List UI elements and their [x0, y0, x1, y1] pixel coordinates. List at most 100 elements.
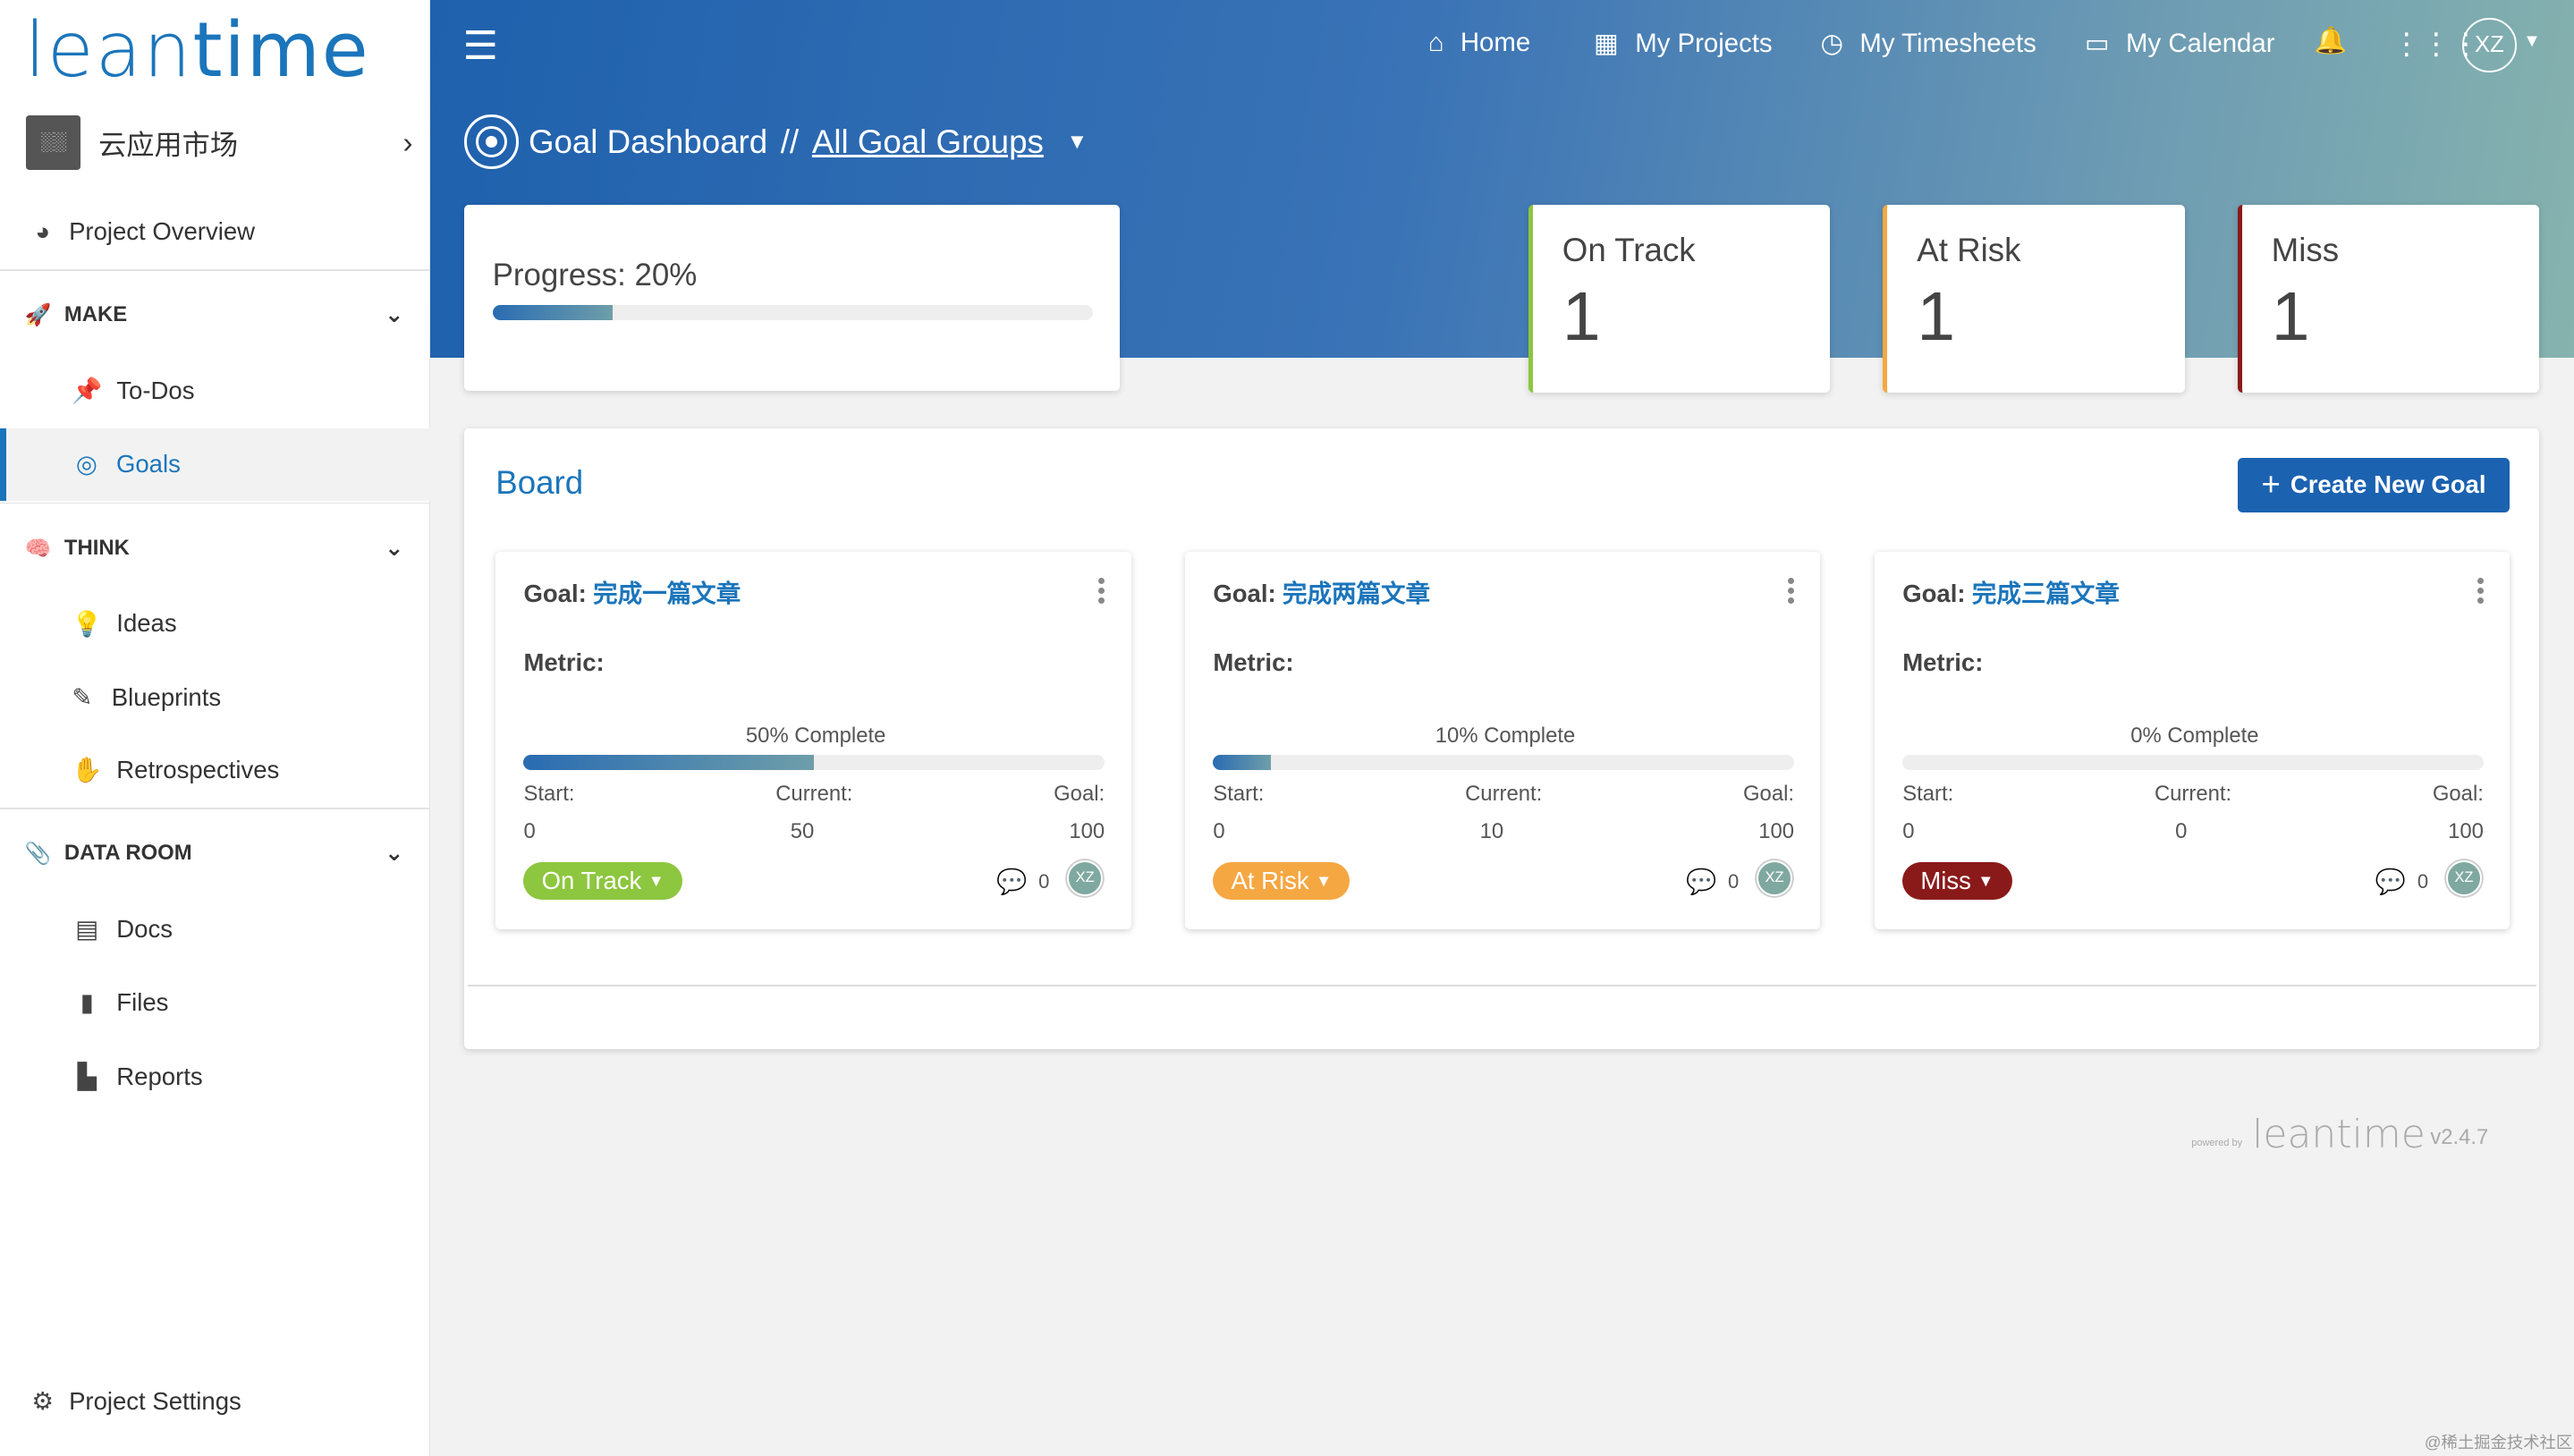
nav-label: My Projects — [1635, 28, 1773, 58]
sidebar-item-reports[interactable]: ▙ Reports — [0, 1041, 430, 1113]
goal-name-link[interactable]: 完成一篇文章 — [593, 580, 741, 607]
assignee-avatar[interactable]: XZ — [2445, 859, 2483, 897]
footer-logo: leantime — [2252, 1111, 2426, 1157]
sidebar-section-think[interactable]: 🧠 THINK ⌄ — [0, 512, 430, 585]
comments-count[interactable]: 💬 0 — [1686, 867, 1739, 896]
user-avatar[interactable]: XZ — [2462, 18, 2517, 72]
goal-name-link[interactable]: 完成两篇文章 — [1283, 580, 1430, 607]
current-label: Current: — [775, 781, 853, 806]
caret-down-icon[interactable]: ▼ — [2523, 31, 2541, 52]
stat-card-miss[interactable]: Miss 1 — [2237, 205, 2540, 393]
briefcase-icon: ▦ — [1594, 29, 1619, 59]
goal-card[interactable]: Goal: 完成三篇文章 Metric: 0% Complete Start: C… — [1875, 551, 2510, 929]
breadcrumb: Goal Dashboard // All Goal Groups ▼ — [464, 114, 1088, 170]
brain-icon: 🧠 — [24, 536, 52, 561]
assignee-avatar[interactable]: XZ — [1066, 859, 1104, 897]
project-avatar: ░░ — [26, 115, 80, 170]
nav-label: My Timesheets — [1859, 28, 2036, 58]
goal-group-link[interactable]: All Goal Groups — [812, 123, 1044, 161]
section-label: DATA ROOM — [64, 841, 192, 866]
stat-card-at-risk[interactable]: At Risk 1 — [1883, 205, 2185, 393]
bell-icon[interactable]: 🔔 — [2315, 26, 2348, 56]
page-title: Goal Dashboard — [528, 123, 768, 160]
goal-board: Board + Create New Goal Goal: 完成一篇文章 Metr… — [464, 428, 2540, 1049]
caret-down-icon: ▼ — [1977, 870, 1994, 890]
button-label: Create New Goal — [2290, 470, 2486, 499]
caret-down-icon[interactable]: ▼ — [1067, 130, 1088, 155]
nav-label: Home — [1460, 28, 1531, 58]
project-selector[interactable]: ░░ 云应用市场 › — [26, 114, 413, 170]
status-dropdown[interactable]: On Track ▼ — [523, 861, 682, 900]
goal-label: Goal: — [1743, 781, 1795, 806]
sidebar-item-blueprints[interactable]: ✎ Blueprints — [0, 662, 430, 734]
goal-name-link[interactable]: 完成三篇文章 — [1972, 580, 2120, 607]
file-icon: ▮ — [80, 988, 94, 1017]
comments-count[interactable]: 💬 0 — [996, 867, 1049, 896]
goal-progress-fill — [523, 755, 815, 770]
sidebar-item-goals[interactable]: ◎ Goals — [0, 428, 430, 501]
rocket-icon: 🚀 — [24, 302, 52, 327]
goal-values: 0 10 100 — [1213, 819, 1794, 844]
sidebar-item-project-settings[interactable]: ⚙ Project Settings — [0, 1366, 430, 1438]
comments-icon: 💬 — [2375, 868, 2407, 896]
sidebar-item-project-overview[interactable]: ◕ Project Overview — [0, 195, 430, 267]
sidebar-item-todos[interactable]: 📌 To-Dos — [0, 354, 430, 427]
goal-card[interactable]: Goal: 完成一篇文章 Metric: 50% Complete Start: … — [495, 551, 1131, 929]
comments-value: 0 — [1038, 869, 1050, 893]
nav-home[interactable]: ⌂ Home — [1428, 28, 1530, 58]
clock-icon: ◷ — [1820, 29, 1844, 59]
start-value: 0 — [1902, 818, 1915, 843]
goal-values: 0 0 100 — [1902, 819, 2484, 844]
sidebar-item-label: Retrospectives — [116, 755, 280, 783]
version-label: v2.4.7 — [2430, 1125, 2489, 1150]
sidebar-item-docs[interactable]: ▤ Docs — [0, 893, 430, 965]
watermark: @稀土掘金技术社区 — [2424, 1432, 2573, 1452]
goal-value-labels: Start: Current: Goal: — [523, 782, 1105, 807]
current-value: 10 — [1479, 818, 1504, 843]
status-label: Miss — [1920, 866, 1971, 894]
start-label: Start: — [1902, 781, 1954, 806]
start-value: 0 — [1213, 818, 1225, 843]
sidebar-item-files[interactable]: ▮ Files — [0, 967, 430, 1039]
kebab-menu-icon[interactable] — [2477, 578, 2484, 605]
menu-toggle-icon[interactable]: ☰ — [463, 23, 498, 69]
sidebar: leantime ░░ 云应用市场 › ◕ Project Overview 🚀… — [0, 0, 430, 1456]
sidebar-item-label: Files — [116, 988, 169, 1017]
sidebar-item-label: Project Settings — [69, 1387, 241, 1416]
start-value: 0 — [523, 818, 536, 843]
goal-card[interactable]: Goal: 完成两篇文章 Metric: 10% Complete Start: … — [1185, 551, 1821, 929]
comments-value: 0 — [1728, 869, 1740, 893]
sidebar-item-ideas[interactable]: 💡 Ideas — [0, 588, 430, 660]
book-icon: ▤ — [75, 914, 99, 943]
leantime-logo[interactable]: leantime — [25, 6, 370, 94]
kebab-menu-icon[interactable] — [1097, 578, 1105, 605]
nav-my-calendar[interactable]: ▭ My Calendar — [2085, 28, 2275, 59]
kebab-menu-icon[interactable] — [1787, 578, 1795, 605]
sidebar-section-make[interactable]: 🚀 MAKE ⌄ — [0, 279, 430, 351]
current-value: 50 — [790, 818, 815, 843]
goal-progress-bar — [1902, 755, 2484, 770]
thumbtack-icon: 📌 — [72, 377, 103, 405]
comments-icon: 💬 — [1685, 868, 1717, 896]
bullseye-icon — [464, 114, 519, 170]
status-dropdown[interactable]: Miss ▼ — [1902, 861, 2012, 900]
plus-icon: + — [2261, 466, 2281, 504]
section-label: THINK — [64, 536, 130, 561]
sidebar-item-label: Reports — [116, 1062, 203, 1091]
nav-my-timesheets[interactable]: ◷ My Timesheets — [1820, 28, 2036, 59]
status-dropdown[interactable]: At Risk ▼ — [1213, 861, 1351, 900]
stat-value: 1 — [2271, 278, 2310, 356]
sidebar-item-retrospectives[interactable]: ✋ Retrospectives — [0, 733, 430, 806]
stat-value: 1 — [1562, 278, 1601, 356]
sidebar-section-data-room[interactable]: 📎 DATA ROOM ⌄ — [0, 817, 430, 890]
nav-my-projects[interactable]: ▦ My Projects — [1594, 28, 1772, 59]
goal-label: Goal: — [2432, 781, 2484, 806]
stat-card-on-track[interactable]: On Track 1 — [1528, 205, 1831, 393]
comments-count[interactable]: 💬 0 — [2375, 867, 2428, 896]
comments-value: 0 — [2417, 869, 2429, 893]
complete-label: 10% Complete — [1435, 724, 1576, 749]
goal-value-labels: Start: Current: Goal: — [1902, 782, 2484, 807]
compass-drafting-icon: ✎ — [72, 683, 93, 712]
create-new-goal-button[interactable]: + Create New Goal — [2237, 458, 2510, 512]
assignee-avatar[interactable]: XZ — [1756, 859, 1793, 897]
